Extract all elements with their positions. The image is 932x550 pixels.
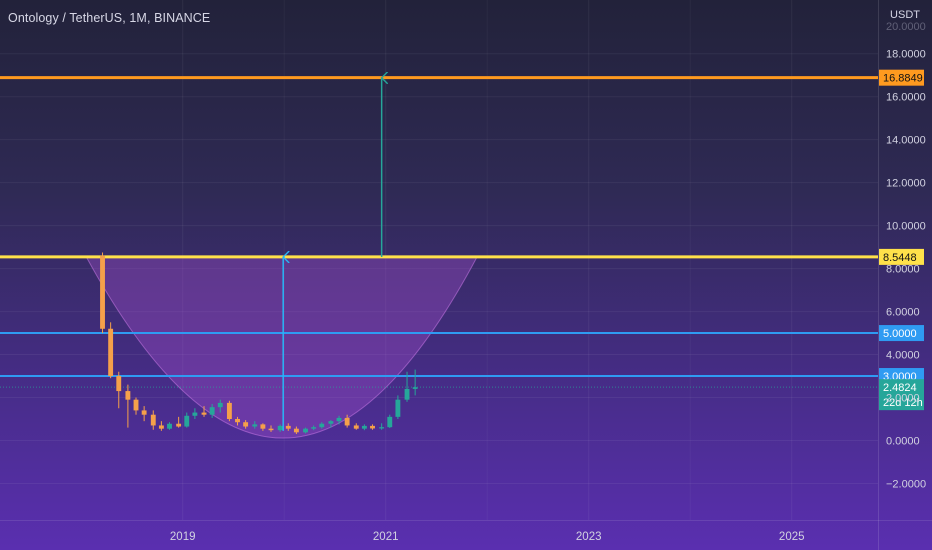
- y-axis-labels: −2.0000 0.0000 2.0000 4.0000 6.0000 8.0000 10.…: [886, 49, 926, 491]
- chart-title: Ontology / TetherUS, 1M, BINANCE: [8, 11, 211, 25]
- candle-body: [116, 376, 122, 392]
- y-tick-label: 0.0000: [886, 435, 920, 447]
- candle-body: [319, 423, 325, 428]
- candle-body: [361, 425, 367, 429]
- candle-body: [176, 423, 182, 427]
- y-tick-label: 18.0000: [886, 49, 926, 61]
- y-tick-label: 4.0000: [886, 350, 920, 362]
- candle-body: [252, 424, 258, 427]
- candle-body: [277, 425, 283, 431]
- candle-body: [370, 425, 375, 429]
- candle-body: [100, 255, 105, 329]
- candle-body: [285, 425, 291, 429]
- y-tick-label-clipped: 20.0000: [886, 21, 926, 33]
- price-chart[interactable]: 16.88498.54485.00003.00002.482422d 12h−2…: [0, 0, 932, 550]
- price-label-text: 8.5448: [883, 252, 917, 264]
- candle-body: [387, 416, 393, 428]
- candle-body: [201, 412, 207, 415]
- price-label-2: 5.0000: [879, 325, 924, 342]
- candle-body: [412, 387, 418, 389]
- candle-body: [192, 412, 198, 416]
- price-label-1: 8.5448: [879, 248, 924, 265]
- y-tick-label: 2.0000: [886, 393, 920, 405]
- currency-label[interactable]: USDT: [890, 9, 920, 21]
- candle-body: [158, 425, 164, 429]
- candle-body: [150, 414, 156, 426]
- candle-body: [293, 428, 299, 433]
- x-axis-labels: 2019 2021 2023 2025: [170, 531, 805, 543]
- y-tick-label: 10.0000: [886, 221, 926, 233]
- candle-body: [395, 399, 401, 417]
- x-tick-label: 2023: [576, 531, 602, 543]
- candle-body: [235, 419, 240, 423]
- candle-body: [184, 415, 190, 427]
- y-tick-label: 6.0000: [886, 307, 920, 319]
- candle-body: [260, 424, 266, 429]
- y-tick-label: 8.0000: [886, 264, 920, 276]
- candle-body: [133, 399, 139, 411]
- y-tick-label: 16.0000: [886, 92, 926, 104]
- candle-body: [209, 407, 215, 415]
- candle-body: [243, 422, 249, 427]
- candle-body: [311, 427, 317, 429]
- candle-body: [226, 402, 232, 420]
- y-tick-label: 14.0000: [886, 135, 926, 147]
- x-tick-label: 2025: [779, 531, 805, 543]
- price-label-text: 16.8849: [883, 73, 923, 85]
- price-label-text: 5.0000: [883, 328, 917, 340]
- candle-body: [141, 410, 147, 415]
- candle-body: [303, 428, 308, 433]
- candle-body: [404, 388, 410, 400]
- candle-body: [167, 423, 172, 429]
- x-tick-label: 2019: [170, 531, 196, 543]
- x-tick-label: 2021: [373, 531, 399, 543]
- candle-body: [217, 402, 223, 408]
- candle-body: [353, 425, 359, 429]
- candle-body: [125, 391, 131, 400]
- y-tick-label: −2.0000: [886, 478, 926, 490]
- candle-body: [379, 427, 385, 429]
- y-tick-label: 12.0000: [886, 178, 926, 190]
- price-label-0: 16.8849: [879, 69, 924, 86]
- candle-body: [336, 417, 342, 422]
- candle-body: [268, 428, 274, 431]
- candle-body: [344, 417, 350, 426]
- candle-body: [328, 421, 334, 424]
- candle-body: [108, 328, 114, 377]
